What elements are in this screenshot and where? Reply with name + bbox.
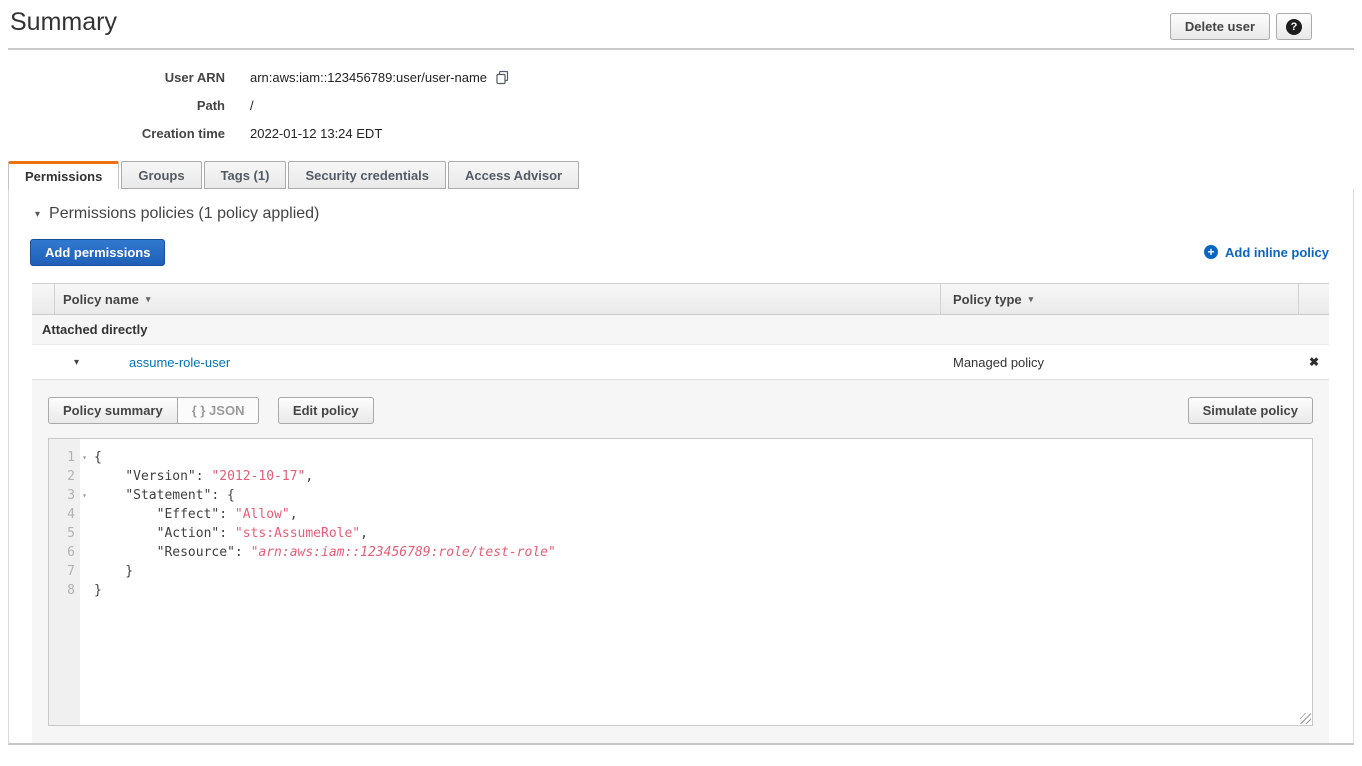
- permissions-policies-title: Permissions policies (1 policy applied): [49, 205, 319, 223]
- path-label: Path: [0, 98, 250, 113]
- help-button[interactable]: ?: [1276, 13, 1312, 40]
- editor-line: 6 "Resource": "arn:aws:iam::123456789:ro…: [49, 543, 1312, 562]
- line-number: 3▾: [49, 486, 80, 505]
- path-value: /: [250, 98, 254, 113]
- policy-name-column-header[interactable]: Policy name ▾: [63, 292, 150, 307]
- line-number: 1▾: [49, 448, 80, 467]
- user-arn-value: arn:aws:iam::123456789:user/user-name: [250, 70, 487, 85]
- code-text: }: [80, 581, 102, 600]
- line-number: 7: [49, 562, 80, 581]
- simulate-policy-button[interactable]: Simulate policy: [1188, 397, 1313, 424]
- policy-summary-button[interactable]: Policy summary: [48, 397, 178, 424]
- code-text: "Effect": "Allow",: [80, 505, 298, 524]
- sort-caret-icon: ▾: [146, 294, 151, 305]
- json-policy-editor[interactable]: 1▾ { 2 "Version": "2012-10-17", 3▾ "Stat…: [48, 438, 1313, 726]
- table-header-end-spacer: [1299, 284, 1329, 314]
- editor-line: 2 "Version": "2012-10-17",: [49, 467, 1312, 486]
- creation-time-label: Creation time: [0, 126, 250, 141]
- tab-tags[interactable]: Tags (1): [204, 161, 287, 189]
- add-permissions-button[interactable]: Add permissions: [30, 239, 165, 266]
- permissions-policies-header: ▾ Permissions policies (1 policy applied…: [35, 203, 1353, 225]
- code-text: "Statement": {: [80, 486, 235, 505]
- attached-directly-group-row: Attached directly: [32, 315, 1329, 345]
- policy-type-header-label: Policy type: [953, 292, 1022, 307]
- tab-access-advisor[interactable]: Access Advisor: [448, 161, 579, 189]
- editor-line: 4 "Effect": "Allow",: [49, 505, 1312, 524]
- help-icon: ?: [1286, 19, 1302, 35]
- editor-line: 3▾ "Statement": {: [49, 486, 1312, 505]
- table-header-spacer: [32, 284, 55, 314]
- tab-security-credentials[interactable]: Security credentials: [288, 161, 446, 189]
- policy-view-toggle: Policy summary { } JSON: [48, 397, 259, 424]
- delete-user-button[interactable]: Delete user: [1170, 13, 1270, 40]
- sort-caret-icon: ▾: [1029, 294, 1034, 305]
- edit-policy-button[interactable]: Edit policy: [278, 397, 374, 424]
- policy-table-row: ▾ assume-role-user Managed policy ✖: [32, 345, 1329, 379]
- policies-table: Policy name ▾ Policy type ▾ Attached dir…: [32, 283, 1329, 379]
- editor-line: 1▾ {: [49, 448, 1312, 467]
- add-inline-policy-label: Add inline policy: [1225, 245, 1329, 260]
- code-text: }: [80, 562, 133, 581]
- json-button[interactable]: { } JSON: [177, 397, 260, 424]
- code-text: "Version": "2012-10-17",: [80, 467, 313, 486]
- policy-type-value: Managed policy: [941, 355, 1299, 370]
- policy-actions-row: Add permissions + Add inline policy: [30, 238, 1329, 266]
- page-title: Summary: [10, 8, 117, 37]
- editor-line: 7 }: [49, 562, 1312, 581]
- code-text: "Resource": "arn:aws:iam::123456789:role…: [80, 543, 556, 562]
- line-number: 8: [49, 581, 80, 600]
- user-arn-row: User ARN arn:aws:iam::123456789:user/use…: [0, 63, 1362, 91]
- tab-bar: Permissions Groups Tags (1) Security cre…: [8, 161, 1354, 189]
- creation-time-value: 2022-01-12 13:24 EDT: [250, 126, 382, 141]
- fold-icon[interactable]: ▾: [82, 486, 87, 505]
- tab-groups[interactable]: Groups: [121, 161, 201, 189]
- permissions-tab-panel: ▾ Permissions policies (1 policy applied…: [8, 189, 1354, 745]
- header-actions: Delete user ?: [1170, 13, 1312, 40]
- collapse-section-icon[interactable]: ▾: [35, 209, 40, 220]
- copy-icon[interactable]: [495, 70, 510, 85]
- line-number: 6: [49, 543, 80, 562]
- editor-line: 5 "Action": "sts:AssumeRole",: [49, 524, 1312, 543]
- tab-permissions[interactable]: Permissions: [8, 161, 119, 189]
- line-number: 2: [49, 467, 80, 486]
- fold-icon[interactable]: ▾: [82, 448, 87, 467]
- policy-type-column-header[interactable]: Policy type ▾: [953, 292, 1033, 307]
- policy-detail-panel: Policy summary { } JSON Edit policy Simu…: [32, 379, 1329, 743]
- policy-detail-buttons: Policy summary { } JSON Edit policy Simu…: [48, 397, 1313, 425]
- code-text: "Action": "sts:AssumeRole",: [80, 524, 368, 543]
- editor-line: 8 }: [49, 581, 1312, 600]
- policy-name-link[interactable]: assume-role-user: [96, 355, 941, 370]
- plus-icon: +: [1204, 245, 1218, 259]
- line-number: 4: [49, 505, 80, 524]
- policy-name-header-label: Policy name: [63, 292, 139, 307]
- row-expander-icon[interactable]: ▾: [32, 357, 96, 368]
- add-inline-policy-link[interactable]: + Add inline policy: [1204, 245, 1329, 260]
- page-header: Summary Delete user ?: [8, 0, 1354, 50]
- table-header-row: Policy name ▾ Policy type ▾: [32, 283, 1329, 315]
- path-row: Path /: [0, 91, 1362, 119]
- detach-policy-icon[interactable]: ✖: [1299, 355, 1329, 369]
- creation-time-row: Creation time 2022-01-12 13:24 EDT: [0, 119, 1362, 147]
- user-info-section: User ARN arn:aws:iam::123456789:user/use…: [0, 50, 1362, 147]
- line-number: 5: [49, 524, 80, 543]
- editor-resize-handle[interactable]: [1300, 713, 1311, 724]
- user-arn-label: User ARN: [0, 70, 250, 85]
